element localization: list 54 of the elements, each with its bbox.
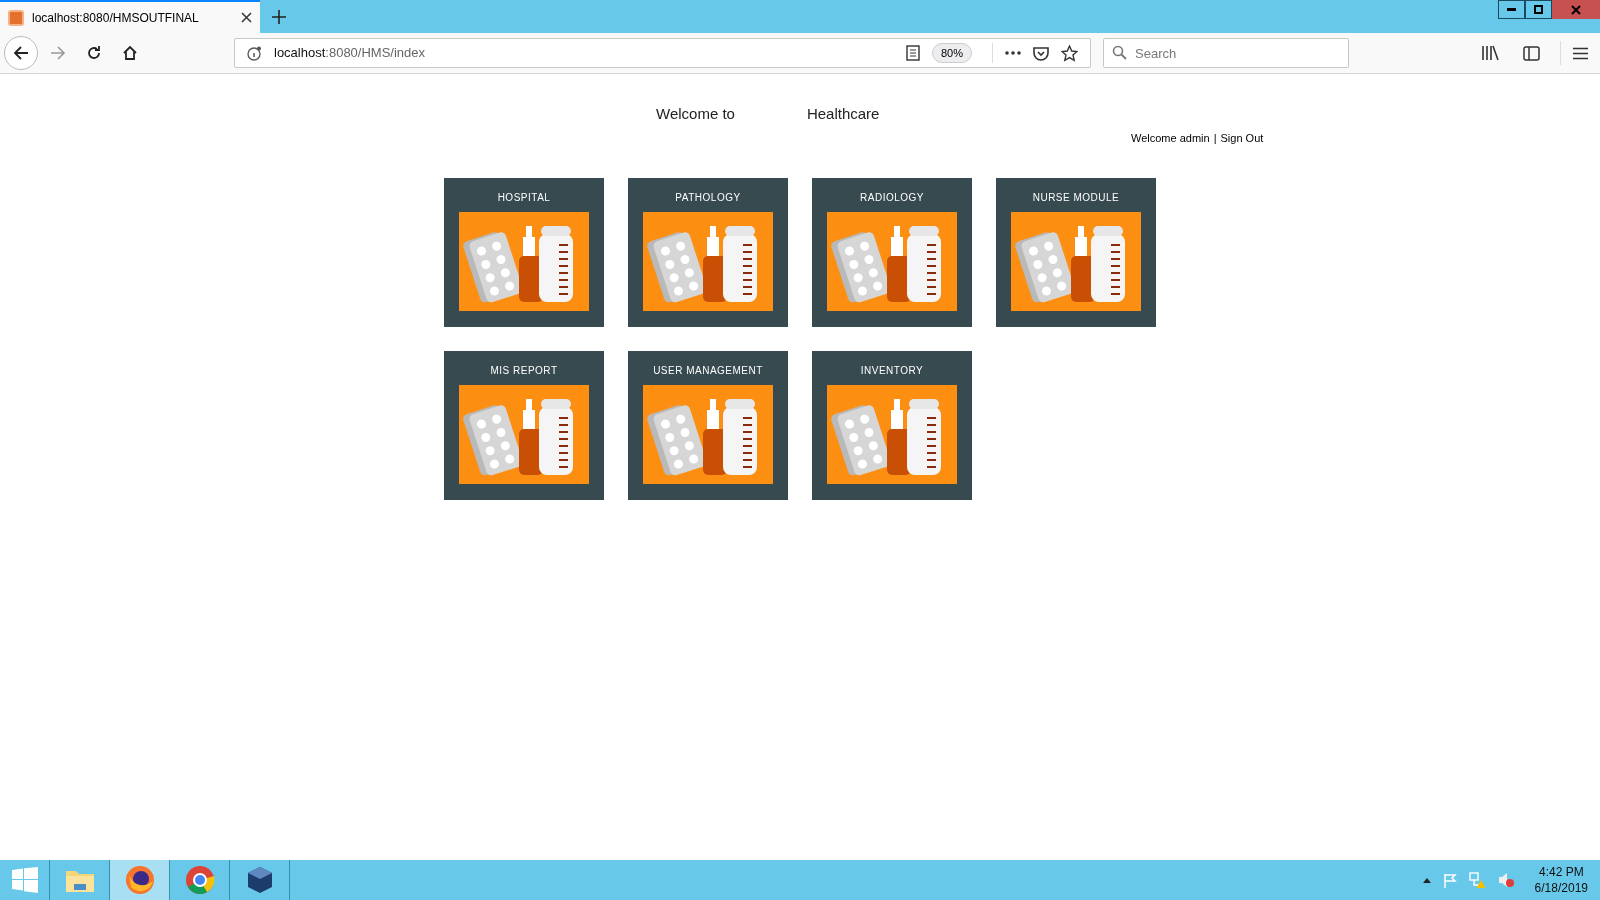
separator-text: | [1213, 130, 1217, 146]
zoom-badge[interactable]: 80% [931, 42, 972, 64]
tile-label: HOSPITAL [497, 192, 551, 204]
clock-time[interactable]: 4:42 PM [1538, 864, 1584, 880]
new-tab-icon[interactable] [272, 9, 286, 24]
forward-icon[interactable] [50, 45, 66, 61]
favicon-icon [8, 9, 24, 26]
info-icon[interactable] [247, 45, 262, 61]
chevron-up-icon[interactable] [1422, 877, 1431, 883]
browser-icon[interactable] [184, 865, 215, 895]
reader-view-icon[interactable] [905, 45, 920, 61]
welcome-heading: Welcome to [656, 104, 735, 124]
star-icon[interactable] [1061, 44, 1078, 62]
url-text: localhost:8080/HMS/index [274, 44, 427, 63]
module-tile[interactable]: INVENTORY [812, 351, 972, 500]
sidebar-icon[interactable] [1523, 45, 1540, 61]
close-icon [1571, 4, 1581, 15]
taskbar-button[interactable] [110, 860, 170, 900]
browser-tab[interactable]: localhost:8080/HMSOUTFINAL [0, 0, 260, 33]
menu-icon[interactable] [1573, 46, 1588, 60]
user-greeting: Welcome admin [1131, 130, 1210, 146]
tile-label: USER MANAGEMENT [653, 365, 763, 377]
module-tile[interactable]: PATHOLOGY [628, 178, 788, 327]
clock-date[interactable]: 6/18/2019 [1534, 880, 1588, 896]
cube-icon[interactable] [245, 865, 274, 895]
module-tile[interactable]: HOSPITAL [444, 178, 604, 327]
close-button[interactable] [1552, 0, 1600, 19]
library-icon[interactable] [1481, 45, 1499, 61]
search-icon [1112, 45, 1127, 60]
minimize-button[interactable] [1498, 0, 1525, 19]
module-tile[interactable]: USER MANAGEMENT [628, 351, 788, 500]
sign-out-link[interactable]: Sign Out [1220, 129, 1264, 146]
tile-label: RADIOLOGY [860, 192, 924, 204]
welcome-heading: Healthcare [806, 104, 880, 124]
tile-label: PATHOLOGY [675, 192, 741, 204]
tab-title: localhost:8080/HMSOUTFINAL [32, 9, 200, 27]
tile-label: MIS REPORT [490, 365, 558, 377]
home-icon[interactable] [122, 45, 138, 61]
reload-icon[interactable] [86, 45, 102, 61]
tile-label: INVENTORY [860, 365, 924, 377]
close-icon[interactable] [241, 12, 252, 23]
module-tile[interactable]: NURSE MODULE [996, 178, 1156, 327]
module-tile[interactable]: RADIOLOGY [812, 178, 972, 327]
back-button[interactable] [4, 36, 38, 70]
browser-icon[interactable] [124, 865, 155, 895]
more-icon[interactable] [1005, 51, 1021, 55]
module-tile[interactable]: MIS REPORT [444, 351, 604, 500]
search-field[interactable]: Search [1103, 38, 1349, 68]
address-bar[interactable]: localhost:8080/HMS/index 80% [234, 38, 1091, 68]
pocket-icon[interactable] [1033, 45, 1049, 61]
tile-label: NURSE MODULE [1032, 192, 1120, 204]
back-arrow-icon [13, 45, 29, 61]
speaker-muted-icon[interactable] [1497, 872, 1515, 888]
windows-icon [11, 867, 38, 893]
